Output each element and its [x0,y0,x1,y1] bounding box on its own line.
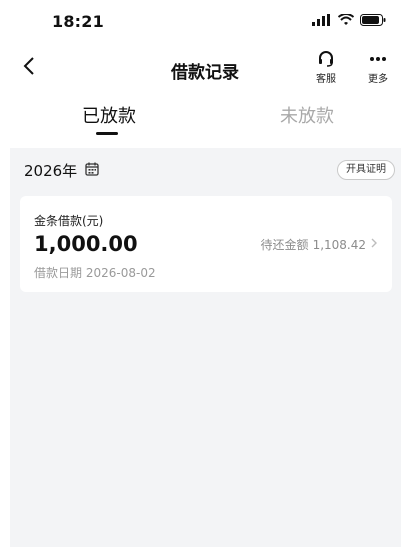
customer-service-button[interactable]: 客服 [308,50,344,85]
more-icon [360,50,396,68]
status-time: 18:21 [52,12,104,31]
loan-date: 借款日期 2026-08-02 [34,264,156,281]
more-label: 更多 [368,74,388,85]
loan-record-card[interactable]: 金条借款(元) 1,000.00 借款日期 2026-08-02 待还金额 1,… [20,196,392,292]
record-tabs: 已放款 未放款 [0,96,410,142]
page-title: 借款记录 [171,63,239,83]
tab-disbursed[interactable]: 已放款 [82,102,136,128]
active-tab-indicator [96,132,118,135]
loan-amount: 1,000.00 [34,232,138,256]
records-content: 2026年 开具证明 金条借款(元) 1,000.00 借款日期 2026-08… [10,148,401,547]
year-label: 2026年 [24,162,78,180]
loan-date-value: 2026-08-02 [85,266,156,280]
headset-icon [308,50,344,68]
calendar-icon[interactable] [85,162,99,180]
loan-date-label: 借款日期 [34,266,83,280]
chevron-right-icon [370,237,378,252]
repay-amount-row[interactable]: 待还金额 1,108.42 [261,236,378,253]
loan-type-label: 金条借款(元) [34,214,104,228]
more-button[interactable]: 更多 [360,50,396,85]
repay-label: 待还金额 [260,238,309,252]
certificate-button[interactable]: 开具证明 [337,160,395,180]
year-filter[interactable]: 2026年 [24,160,99,181]
signal-icon [312,14,332,26]
status-bar: 18:21 [0,0,410,44]
battery-icon [360,14,386,26]
customer-service-label: 客服 [316,74,336,85]
wifi-icon [338,14,354,26]
tab-not-disbursed[interactable]: 未放款 [280,102,334,128]
repay-amount: 1,108.42 [312,237,366,252]
navigation-bar: 借款记录 客服 更多 [0,44,410,92]
status-icons [312,14,386,26]
